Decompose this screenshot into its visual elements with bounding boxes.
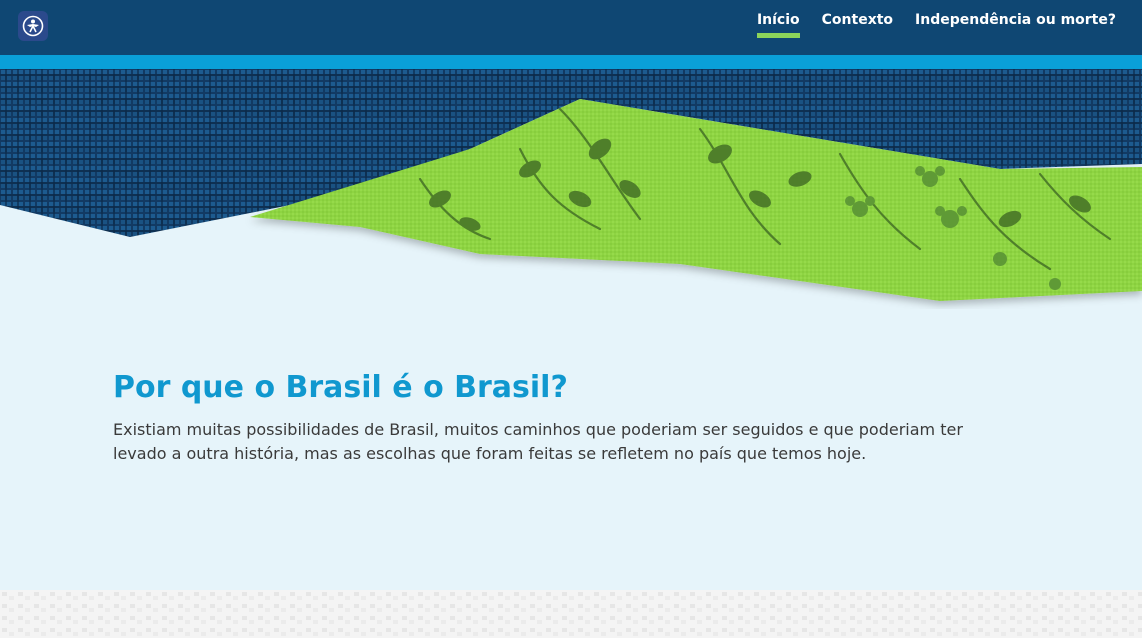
handshake-emblem-icon bbox=[22, 15, 44, 37]
site-logo-icon[interactable] bbox=[18, 11, 48, 41]
accent-bar bbox=[0, 55, 1142, 69]
nav-independencia-link[interactable]: Independência ou morte? bbox=[915, 12, 1116, 36]
nav-inicio-link[interactable]: Início bbox=[756, 12, 800, 38]
page-title: Por que o Brasil é o Brasil? bbox=[113, 370, 568, 405]
main-nav: Início Contexto Independência ou morte? bbox=[756, 12, 1116, 38]
nav-contexto-link[interactable]: Contexto bbox=[822, 12, 893, 36]
top-navigation-bar: Início Contexto Independência ou morte? bbox=[0, 0, 1142, 55]
bottom-texture-strip bbox=[0, 590, 1142, 638]
hero-description: Existiam muitas possibilidades de Brasil… bbox=[113, 420, 963, 463]
fabric-texture-banner bbox=[0, 69, 1142, 309]
hero-section: Por que o Brasil é o Brasil? Existiam mu… bbox=[113, 366, 1013, 466]
